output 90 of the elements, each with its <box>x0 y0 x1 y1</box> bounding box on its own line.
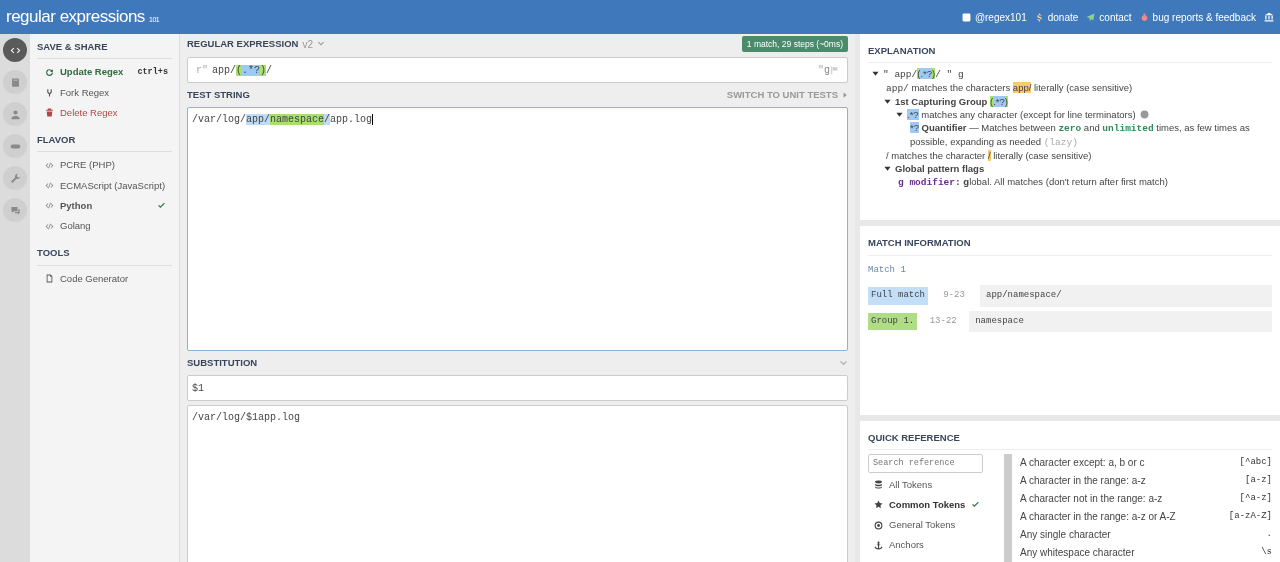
section-heading: TOOLS <box>37 244 172 266</box>
category-item[interactable]: Anchors <box>868 537 996 554</box>
nav-wrench-button[interactable] <box>3 166 27 190</box>
refresh-icon <box>45 67 54 77</box>
reference-description: Any whitespace character <box>1020 546 1135 561</box>
reference-description: A character in the range: a-z <box>1020 474 1146 489</box>
chevron-down-icon <box>839 358 848 368</box>
sidebar-item[interactable]: Delete Regex <box>37 102 172 123</box>
match-range: 9-23 <box>942 289 966 303</box>
check-icon <box>157 201 166 211</box>
category-item[interactable]: All Tokens <box>868 476 996 493</box>
match-status-badge: 1 match, 29 steps (~0ms) <box>741 35 848 53</box>
header-link[interactable]: donate <box>1034 9 1079 25</box>
header-link[interactable]: @regex101 <box>961 9 1027 25</box>
target-icon <box>874 520 883 530</box>
reference-description: Any single character <box>1020 528 1111 543</box>
reference-description: A character not in the range: a-z <box>1020 492 1163 507</box>
match-highlight: / <box>324 114 331 125</box>
match-highlight: app/ <box>246 114 271 125</box>
header-link[interactable]: bug reports & feedback <box>1139 9 1256 25</box>
reference-token: [^abc] <box>1239 456 1272 469</box>
nav-gamepad-button[interactable] <box>3 134 27 158</box>
reference-token: [^a-z] <box>1239 492 1272 505</box>
wrench-icon <box>9 172 21 184</box>
nav-book-button[interactable] <box>3 70 27 94</box>
sidebar-item[interactable]: Update Regex ctrl+s <box>37 62 172 83</box>
paper-plane-icon <box>1086 12 1096 22</box>
nav-user-button[interactable] <box>3 102 27 126</box>
flag-icon <box>830 65 839 75</box>
chevron-down-icon <box>316 40 325 48</box>
sidebar-item[interactable]: ECMAScript (JavaScript) <box>37 175 172 196</box>
code-icon <box>45 181 54 191</box>
nav-code-button[interactable] <box>3 38 27 62</box>
match-title: Match 1 <box>868 263 907 277</box>
substitution-result: /var/log/$1app.log <box>187 405 848 562</box>
match-label: Full match <box>868 287 928 305</box>
match-range: 13-22 <box>928 314 958 328</box>
dollar-icon <box>1034 12 1044 22</box>
match-label: Group 1. <box>868 312 918 331</box>
reference-token: [a-z] <box>1245 474 1272 487</box>
reference-description: A character except: a, b or c <box>1020 456 1145 471</box>
match-value: app/namespace/ <box>980 285 1272 307</box>
panel-title: SUBSTITUTION <box>187 355 258 370</box>
code-icon <box>45 160 54 170</box>
code-icon <box>45 221 54 231</box>
section-heading: FLAVOR <box>37 131 172 153</box>
substitution-field[interactable]: $1 <box>187 375 848 401</box>
database-icon <box>874 480 883 490</box>
panel-title: TEST STRING <box>187 87 250 102</box>
chat-icon <box>9 204 21 216</box>
explanation-line: .*? matches any character (except for line terminators) <box>907 108 1136 122</box>
document-icon <box>45 274 54 284</box>
sidebar-item[interactable]: PCRE (PHP) <box>37 155 172 176</box>
panel-title: QUICK REFERENCE <box>868 424 1272 450</box>
panel-title: EXPLANATION <box>868 38 1272 64</box>
reference-description: A character in the range: a-z or A-Z <box>1020 510 1176 525</box>
star-icon <box>874 500 883 510</box>
search-field[interactable]: Search reference <box>868 453 983 473</box>
explanation-line: g modifier: global. All matches (don't return after first match) <box>898 175 1168 190</box>
explanation-line: Global pattern flags <box>895 162 985 176</box>
sidebar-item[interactable]: Python <box>37 195 172 216</box>
code-icon <box>45 201 54 211</box>
reference-token: \s <box>1261 546 1272 559</box>
check-icon <box>971 500 981 510</box>
trash-icon <box>45 108 54 118</box>
explanation-line: *? Quantifier — Matches between zero and unlimited times, as few times as possible, expanding as needed (lazy) <box>910 121 1251 150</box>
group-highlight: ( <box>236 64 243 76</box>
explanation-line: 1st Capturing Group (.*?) <box>895 95 1008 109</box>
bank-icon <box>1264 12 1274 22</box>
panel-title: REGULAR EXPRESSION <box>187 36 299 51</box>
explanation-line: / matches the character / literally (case sensitive) <box>886 149 1092 163</box>
token-highlight: .*? <box>242 64 261 76</box>
reference-token: [a-zA-Z] <box>1228 510 1272 523</box>
user-icon <box>9 108 21 120</box>
sidebar-item[interactable]: Code Generator <box>37 268 172 289</box>
nav-chat-button[interactable] <box>3 198 27 222</box>
anchor-icon <box>874 540 883 550</box>
reference-token: . <box>1266 528 1272 541</box>
header-link[interactable]: contact <box>1086 9 1132 25</box>
fork-icon <box>45 88 54 98</box>
sidebar-item[interactable]: Golang <box>37 216 172 237</box>
match-value: namespace <box>969 310 1272 333</box>
panel-title: MATCH INFORMATION <box>868 230 1272 256</box>
section-heading: SAVE & SHARE <box>37 38 172 60</box>
category-item[interactable]: Common Tokens <box>868 496 996 513</box>
bug-icon <box>1139 12 1149 22</box>
book-icon <box>9 76 21 88</box>
sidebar-item[interactable]: Fork Regex <box>37 82 172 103</box>
caret-right-icon <box>842 92 848 98</box>
category-item[interactable]: General Tokens <box>868 517 996 534</box>
